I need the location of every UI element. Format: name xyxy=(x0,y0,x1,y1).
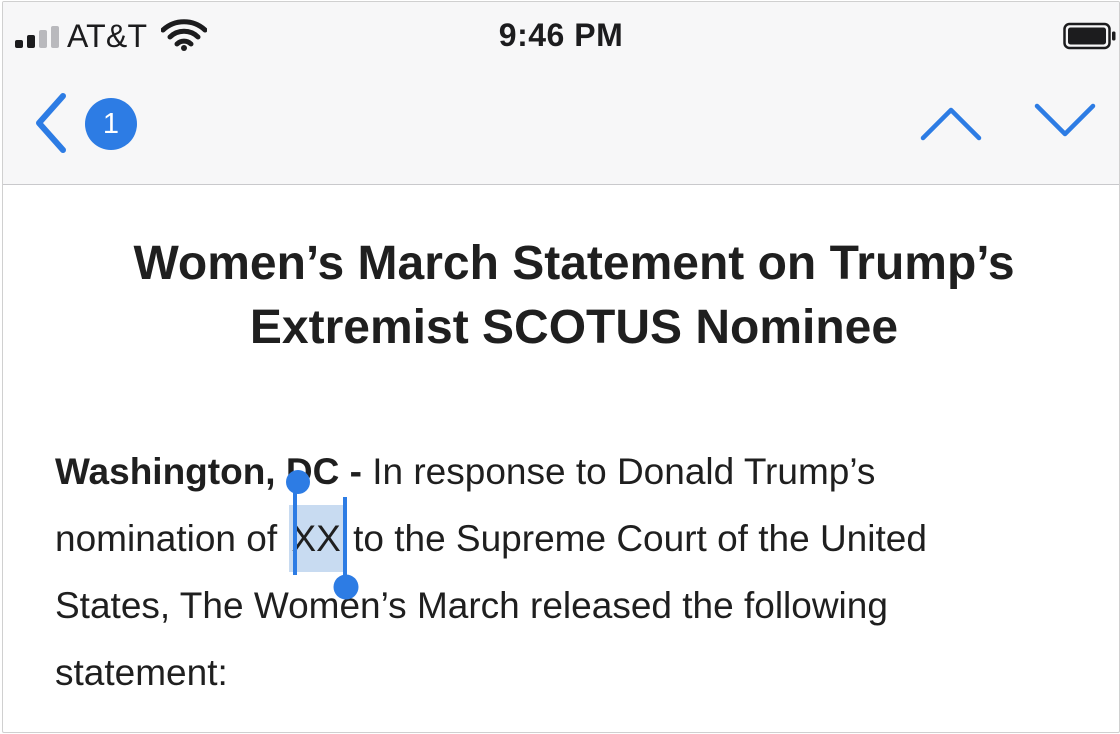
status-bar: AT&T 9:46 PM xyxy=(3,2,1119,70)
body-line: nomination of XX to the Supreme Court of… xyxy=(55,470,1115,600)
dateline: Washington, DC - xyxy=(55,451,362,492)
body-line: statement: xyxy=(55,652,228,693)
email-title-line: Extremist SCOTUS Nominee xyxy=(249,301,899,354)
body-text: In response to Donald Trump’s xyxy=(361,451,876,492)
status-time: 9:46 PM xyxy=(498,17,624,53)
email-title: Women’s March Statement on Trump’s Extre… xyxy=(43,232,1105,360)
body-line: States, The Women’s March released the f… xyxy=(55,585,888,626)
body-text: to the Supreme Court of the United xyxy=(342,518,927,559)
email-screen: AT&T 9:46 PM 1 Women’s March Statement o… xyxy=(2,1,1120,733)
body-line: Washington, DC - In response to Donald T… xyxy=(55,438,1115,505)
chevron-up-icon[interactable] xyxy=(919,102,983,142)
email-body[interactable]: Washington, DC - In response to Donald T… xyxy=(55,438,1115,706)
top-bar: AT&T 9:46 PM 1 xyxy=(3,2,1119,185)
body-text: nomination of xyxy=(55,518,288,559)
chevron-down-icon[interactable] xyxy=(1033,100,1097,140)
chevron-left-icon[interactable] xyxy=(31,90,71,156)
battery-icon xyxy=(1063,22,1116,50)
text-selection[interactable]: XX xyxy=(286,470,359,600)
selection-start-handle[interactable] xyxy=(283,469,313,577)
unread-count-badge[interactable]: 1 xyxy=(85,98,137,150)
email-title-line: Women’s March Statement on Trump’s xyxy=(133,237,1015,290)
selection-end-handle[interactable] xyxy=(331,497,361,601)
